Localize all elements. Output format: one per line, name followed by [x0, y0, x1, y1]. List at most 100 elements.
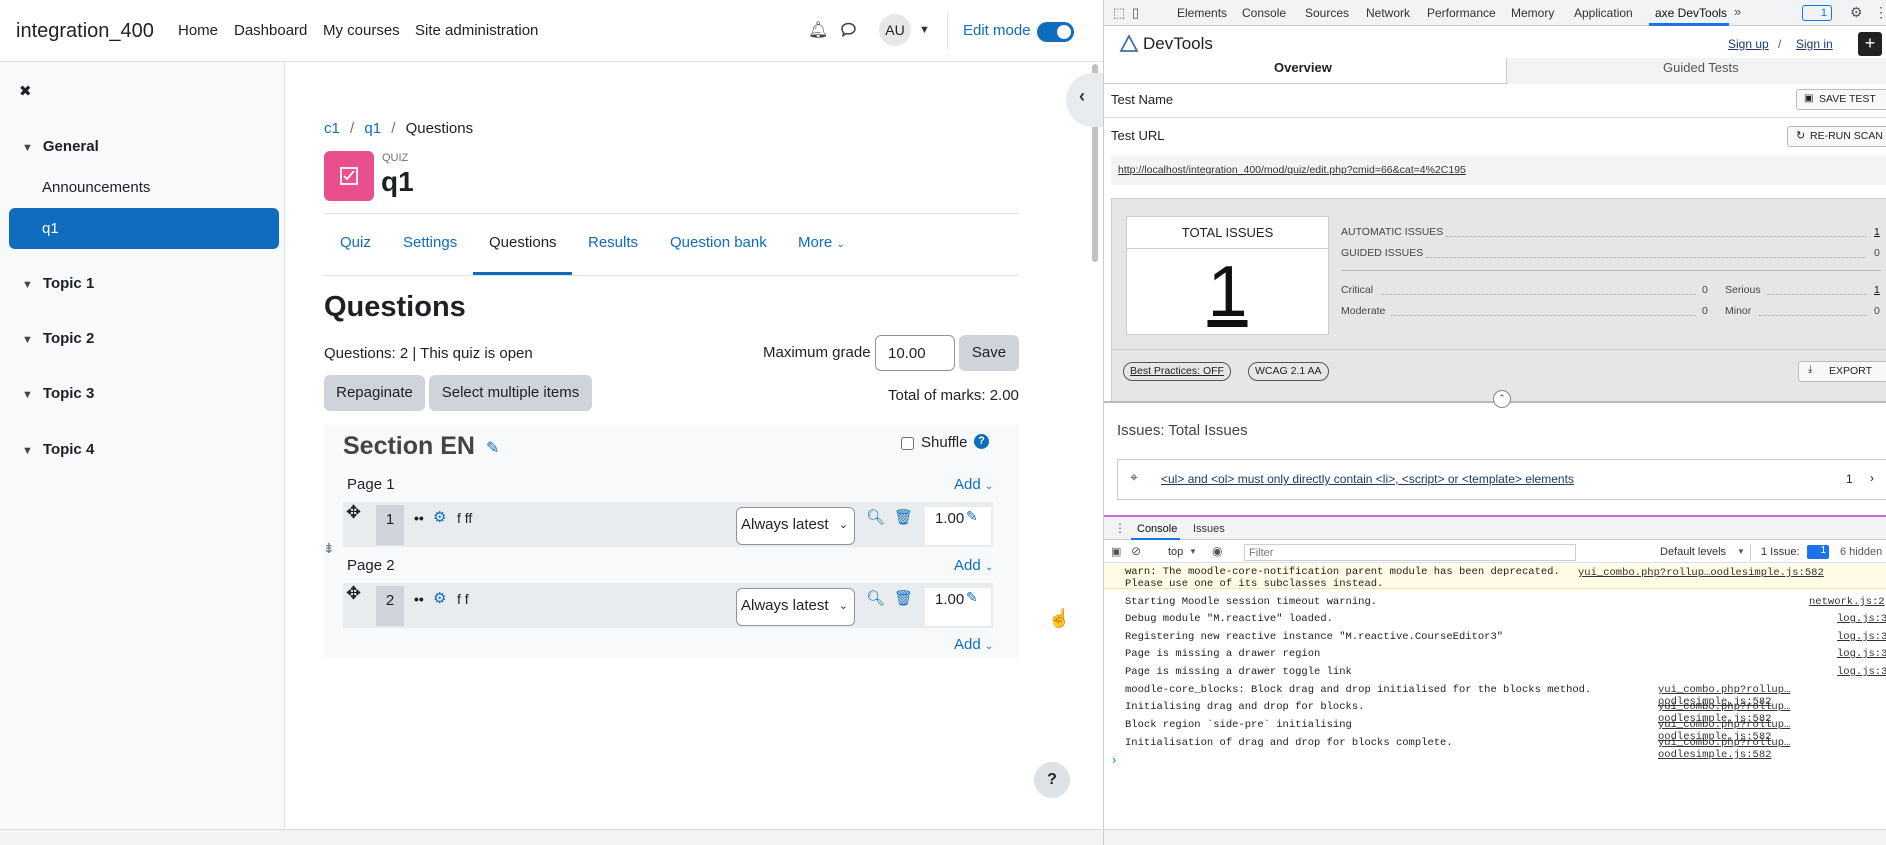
console-source-link[interactable]: log.js:3: [1837, 613, 1886, 625]
sign-up-link[interactable]: Sign up: [1728, 37, 1769, 51]
devtools-tab-network[interactable]: Network: [1366, 6, 1410, 20]
inspect-icon[interactable]: ⬚: [1113, 5, 1125, 21]
issue-title[interactable]: <ul> and <ol> must only directly contain…: [1161, 472, 1574, 486]
console-source-link[interactable]: log.js:3: [1837, 666, 1886, 678]
pencil-edit-icon[interactable]: ✎: [486, 438, 499, 458]
help-button[interactable]: ?: [1034, 762, 1070, 798]
best-practices-toggle[interactable]: Best Practices: OFF: [1123, 362, 1231, 381]
eye-icon[interactable]: ◉: [1212, 544, 1222, 558]
sign-in-link[interactable]: Sign in: [1796, 37, 1833, 51]
devtools-tab-console[interactable]: Console: [1242, 6, 1286, 20]
drawer-item-q1[interactable]: q1: [9, 208, 279, 249]
page-label: Page 1: [347, 476, 395, 493]
gear-icon[interactable]: ⚙: [433, 508, 446, 526]
console-source-link[interactable]: yui_combo.php?rollup…oodlesimple.js:582: [1658, 737, 1886, 761]
drawer-tab-issues[interactable]: Issues: [1193, 523, 1225, 535]
devtools-tab-performance[interactable]: Performance: [1427, 6, 1496, 20]
context-selector[interactable]: top: [1168, 546, 1183, 558]
drawer-section-topic-2[interactable]: ▼ Topic 2: [22, 330, 94, 347]
max-grade-input[interactable]: [875, 335, 955, 371]
tab-question-bank[interactable]: Question bank: [670, 234, 767, 251]
gear-icon[interactable]: ⚙: [1850, 4, 1863, 21]
edit-mode-toggle[interactable]: [1037, 22, 1074, 42]
console-prompt[interactable]: ›: [1112, 752, 1116, 767]
pencil-edit-icon[interactable]: ✎: [966, 508, 978, 525]
move-icon[interactable]: ✥: [346, 502, 361, 523]
add-menu[interactable]: Add ⌄: [954, 476, 993, 493]
nav-my-courses[interactable]: My courses: [323, 22, 400, 39]
save-button[interactable]: Save: [959, 335, 1019, 371]
breadcrumb-q1[interactable]: q1: [364, 120, 381, 137]
chevron-down-icon[interactable]: ▼: [919, 24, 930, 36]
chevron-right-icon[interactable]: ›: [1870, 471, 1874, 485]
help-icon[interactable]: ?: [974, 434, 989, 449]
tab-results[interactable]: Results: [588, 234, 638, 251]
sidebar-toggle-icon[interactable]: ▣: [1111, 545, 1121, 558]
add-menu[interactable]: Add ⌄: [954, 557, 993, 574]
tab-more[interactable]: More ⌄: [798, 234, 845, 251]
page-break-icon[interactable]: ⇟: [323, 540, 335, 557]
wcag-level-selector[interactable]: WCAG 2.1 AA: [1248, 362, 1329, 381]
drawer-section-topic-4[interactable]: ▼ Topic 4: [22, 441, 94, 458]
add-menu[interactable]: Add ⌄: [954, 636, 993, 653]
issues-badge[interactable]: 1: [1802, 5, 1832, 21]
gear-icon[interactable]: ⚙: [433, 589, 446, 607]
more-tabs-icon[interactable]: »: [1734, 4, 1741, 19]
drawer-item-announcements[interactable]: Announcements: [42, 179, 150, 196]
kebab-menu-icon[interactable]: ⋮: [1874, 4, 1886, 21]
version-select[interactable]: Always latest ⌄: [736, 507, 855, 545]
axe-tab-overview[interactable]: Overview: [1274, 60, 1332, 75]
question-name[interactable]: f f: [457, 591, 469, 607]
crosshair-icon[interactable]: ⌖: [1130, 469, 1138, 486]
site-brand[interactable]: integration_400: [16, 20, 154, 43]
question-name[interactable]: f ff: [457, 510, 472, 526]
devtools-tab-application[interactable]: Application: [1574, 6, 1633, 20]
new-scan-icon[interactable]: +: [1858, 32, 1882, 56]
kebab-menu-icon[interactable]: ⋮: [1114, 521, 1126, 535]
serious-count[interactable]: 1: [1874, 284, 1880, 296]
device-toggle-icon[interactable]: ▯: [1132, 5, 1139, 21]
version-select[interactable]: Always latest ⌄: [736, 588, 855, 626]
devtools-tab-elements[interactable]: Elements: [1177, 6, 1227, 20]
nav-site-administration[interactable]: Site administration: [415, 22, 538, 39]
nav-home[interactable]: Home: [178, 22, 218, 39]
console-source-link[interactable]: log.js:3: [1837, 648, 1886, 660]
issue-count-button[interactable]: 1 Issue: 1: [1750, 544, 1830, 561]
shuffle-checkbox[interactable]: [901, 437, 914, 450]
pencil-edit-icon[interactable]: ✎: [966, 589, 978, 606]
repaginate-button[interactable]: Repaginate: [324, 375, 425, 411]
bell-icon[interactable]: 🔔︎: [808, 20, 828, 40]
tab-settings[interactable]: Settings: [403, 234, 457, 251]
drawer-tab-console[interactable]: Console: [1137, 523, 1177, 535]
automatic-issues-count[interactable]: 1: [1874, 226, 1880, 238]
devtools-tab-sources[interactable]: Sources: [1305, 6, 1349, 20]
drawer-section-topic-1[interactable]: ▼ Topic 1: [22, 275, 94, 292]
preview-magnifier-icon[interactable]: 🔍︎: [866, 508, 885, 526]
axe-tab-guided-tests[interactable]: Guided Tests: [1663, 60, 1739, 75]
drawer-section-general[interactable]: ▼ General: [22, 138, 99, 155]
select-multiple-button[interactable]: Select multiple items: [429, 375, 592, 411]
breadcrumb-c1[interactable]: c1: [324, 120, 340, 137]
console-source-link[interactable]: yui_combo.php?rollup…oodlesimple.js:582: [1578, 567, 1824, 579]
trash-icon[interactable]: 🗑︎: [894, 589, 913, 607]
trash-icon[interactable]: 🗑︎: [894, 508, 913, 526]
drawer-section-topic-3[interactable]: ▼ Topic 3: [22, 385, 94, 402]
log-levels-selector[interactable]: Default levels: [1660, 546, 1726, 558]
preview-magnifier-icon[interactable]: 🔍︎: [866, 589, 885, 607]
chat-bubble-icon[interactable]: [840, 22, 857, 38]
console-source-link[interactable]: log.js:3: [1837, 631, 1886, 643]
console-source-link[interactable]: network.js:2: [1809, 596, 1885, 608]
user-avatar[interactable]: AU: [879, 14, 911, 46]
close-icon[interactable]: ✖: [19, 82, 32, 100]
move-icon[interactable]: ✥: [346, 583, 361, 604]
clear-console-icon[interactable]: ⊘: [1131, 544, 1141, 558]
tab-quiz[interactable]: Quiz: [340, 234, 371, 251]
total-issues-count[interactable]: 1: [1126, 252, 1329, 332]
tab-questions[interactable]: Questions: [489, 234, 557, 251]
test-url-link[interactable]: http://localhost/integration_400/mod/qui…: [1118, 164, 1466, 176]
devtools-tab-memory[interactable]: Memory: [1511, 6, 1554, 20]
collapse-chevron-icon[interactable]: ⌃: [1493, 390, 1511, 408]
devtools-tab-axe[interactable]: axe DevTools: [1655, 6, 1727, 20]
nav-dashboard[interactable]: Dashboard: [234, 22, 307, 39]
console-filter-input[interactable]: [1244, 544, 1576, 561]
